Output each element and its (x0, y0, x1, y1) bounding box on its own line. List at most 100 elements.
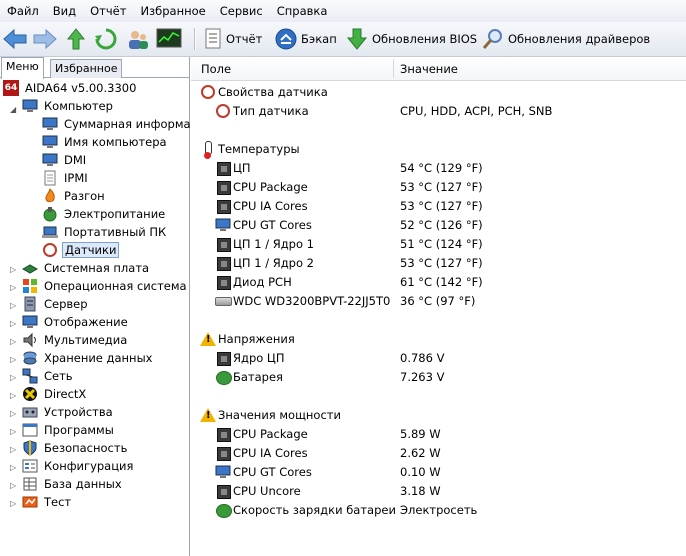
tree-item-security[interactable]: Безопасность (22, 439, 129, 457)
tab-favorites[interactable]: Избранное (50, 59, 123, 78)
chart-button[interactable] (156, 26, 182, 52)
monitor-icon (215, 217, 231, 233)
row-value: 0.10 W (400, 464, 441, 479)
report-icon (205, 28, 221, 49)
flame-icon (42, 188, 58, 204)
tree-root[interactable]: 64 AIDA64 v5.00.3300 (3, 79, 138, 97)
expand-icon[interactable]: ▷ (10, 500, 16, 508)
tree-item-multimedia[interactable]: Мультимедиа (22, 331, 129, 349)
chip-icon (215, 160, 231, 176)
menu-view[interactable]: Вид (46, 0, 83, 22)
expand-icon[interactable]: ▷ (10, 284, 16, 292)
chip-icon (215, 236, 231, 252)
backup-button[interactable]: Бэкап (275, 26, 337, 52)
tree-item-label: DMI (64, 153, 87, 167)
table-row[interactable]: CPU GT Cores 0.10 W (191, 462, 686, 481)
expand-icon[interactable]: ▷ (10, 410, 16, 418)
directx-icon (22, 386, 38, 402)
table-row[interactable]: ЦП 1 / Ядро 1 51 °C (124 °F) (191, 234, 686, 253)
tree-item-storage[interactable]: Хранение данных (22, 349, 154, 367)
table-row[interactable]: ЦП 1 / Ядро 2 53 °C (127 °F) (191, 253, 686, 272)
row-label: ЦП 1 / Ядро 2 (233, 255, 314, 270)
monitor-chart-icon (156, 28, 182, 48)
bios-updates-button[interactable]: Обновления BIOS (346, 26, 477, 52)
navigation-pane: Меню Избранное 64 AIDA64 v5.00.3300 ◢ Ко… (0, 57, 198, 556)
chip-icon (215, 445, 231, 461)
tree-item-label: DirectX (44, 387, 87, 401)
table-row[interactable]: CPU IA Cores 53 °C (127 °F) (191, 196, 686, 215)
menu-help[interactable]: Справка (270, 0, 335, 22)
refresh-button[interactable] (94, 26, 118, 52)
tree-item-label: Отображение (44, 315, 128, 329)
tree-item-overclock[interactable]: Разгон (42, 187, 107, 205)
tree-item-programs[interactable]: Программы (22, 421, 116, 439)
table-row[interactable]: Тип датчика CPU, HDD, ACPI, PCH, SNB (191, 101, 686, 120)
expand-icon[interactable]: ▷ (10, 266, 16, 274)
toolbar-separator (194, 28, 196, 50)
table-row[interactable]: CPU Package 5.89 W (191, 424, 686, 443)
tree-item-summary[interactable]: Суммарная информац (42, 115, 200, 133)
users-button[interactable] (126, 26, 150, 52)
tree-item-label: Разгон (64, 189, 105, 203)
up-button[interactable] (66, 26, 86, 52)
tree-item-database[interactable]: База данных (22, 475, 124, 493)
tree-item-computer-name[interactable]: Имя компьютера (42, 133, 169, 151)
tree-item-label: Компьютер (44, 99, 113, 113)
tree-item-configuration[interactable]: Конфигурация (22, 457, 135, 475)
menu-favorites[interactable]: Избранное (133, 0, 212, 22)
table-row[interactable]: WDC WD3200BPVT-22JJ5T0 36 °C (97 °F) (191, 291, 686, 310)
tree-item-display[interactable]: Отображение (22, 313, 130, 331)
table-row[interactable]: CPU Package 53 °C (127 °F) (191, 177, 686, 196)
expand-icon[interactable]: ▷ (10, 338, 16, 346)
tree-item-devices[interactable]: Устройства (22, 403, 115, 421)
tree-item-computer[interactable]: Компьютер (22, 97, 115, 115)
tree-item-benchmark[interactable]: Тест (22, 493, 73, 511)
menu-file[interactable]: Файл (0, 0, 46, 22)
column-value[interactable]: Значение (400, 62, 458, 76)
tree-item-power[interactable]: Электропитание (42, 205, 167, 223)
table-row[interactable]: Батарея 7.263 V (191, 367, 686, 386)
table-row[interactable]: ЦП 54 °C (129 °F) (191, 158, 686, 177)
tree-item-label: Операционная система (44, 279, 187, 293)
tree-item-os[interactable]: Операционная система (22, 277, 189, 295)
menu-report[interactable]: Отчёт (83, 0, 133, 22)
expand-icon[interactable]: ▷ (10, 392, 16, 400)
section-title: Свойства датчика (218, 84, 328, 99)
tree-item-server[interactable]: Сервер (22, 295, 90, 313)
tree-item-sensors[interactable]: Датчики (42, 241, 120, 259)
tree-item-portable[interactable]: Портативный ПК (42, 223, 168, 241)
tab-menu[interactable]: Меню (1, 57, 44, 79)
table-row[interactable]: CPU GT Cores 52 °C (126 °F) (191, 215, 686, 234)
table-row[interactable]: CPU IA Cores 2.62 W (191, 443, 686, 462)
table-row[interactable]: CPU Uncore 3.18 W (191, 481, 686, 500)
table-row[interactable]: Скорость зарядки батареи Электросеть (191, 500, 686, 519)
collapse-icon[interactable]: ◢ (10, 106, 16, 114)
tree-item-dmi[interactable]: DMI (42, 151, 88, 169)
expand-icon[interactable]: ▷ (10, 356, 16, 364)
row-value: 52 °C (126 °F) (400, 217, 483, 232)
tree-item-motherboard[interactable]: Системная плата (21, 259, 151, 277)
column-divider[interactable] (393, 59, 394, 78)
programs-icon (22, 422, 38, 438)
menu-service[interactable]: Сервис (213, 0, 270, 22)
tree-item-label: Хранение данных (44, 351, 153, 365)
expand-icon[interactable]: ▷ (10, 320, 16, 328)
expand-icon[interactable]: ▷ (10, 302, 16, 310)
expand-icon[interactable]: ▷ (10, 374, 16, 382)
column-field[interactable]: Поле (201, 62, 231, 76)
forward-button[interactable] (32, 26, 58, 52)
tree-item-network[interactable]: Сеть (22, 367, 75, 385)
section-title: Температуры (218, 141, 300, 156)
expand-icon[interactable]: ▷ (10, 446, 16, 454)
expand-icon[interactable]: ▷ (10, 428, 16, 436)
report-button[interactable]: Отчёт (204, 26, 262, 52)
section-sensor-properties: Свойства датчика (191, 82, 686, 101)
tree-item-ipmi[interactable]: IPMI (42, 169, 90, 187)
expand-icon[interactable]: ▷ (10, 482, 16, 490)
tree-item-directx[interactable]: DirectX (22, 385, 88, 403)
driver-updates-button[interactable]: Обновления драйверов (482, 26, 650, 52)
table-row[interactable]: Диод PCH 61 °C (142 °F) (191, 272, 686, 291)
expand-icon[interactable]: ▷ (10, 464, 16, 472)
back-button[interactable] (2, 26, 28, 52)
table-row[interactable]: Ядро ЦП 0.786 V (191, 348, 686, 367)
